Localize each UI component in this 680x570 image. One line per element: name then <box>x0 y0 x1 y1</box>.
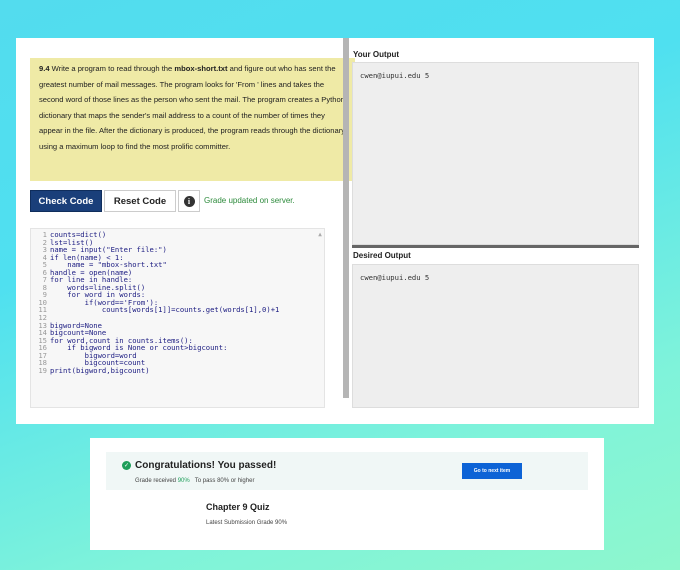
your-output-label: Your Output <box>353 50 400 59</box>
grade-value: 90% <box>177 478 190 484</box>
pane-divider[interactable] <box>343 38 349 398</box>
line-number: 6 <box>42 267 47 277</box>
info-icon: i <box>183 195 195 207</box>
next-item-button[interactable]: Go to next item <box>462 463 522 479</box>
info-button[interactable]: i <box>178 190 200 212</box>
code-line[interactable]: 11 counts[words[1]]=counts.get(words[1],… <box>31 306 324 314</box>
problem-number: 9.4 <box>39 64 50 73</box>
problem-statement: 9.4 Write a program to read through the … <box>30 58 355 181</box>
output-separator <box>352 245 639 248</box>
desired-output-label: Desired Output <box>353 251 411 260</box>
latest-submission-grade: Latest Submission Grade 90% <box>206 520 288 526</box>
exercise-panel: 9.4 Write a program to read through the … <box>16 38 654 424</box>
reset-code-button[interactable]: Reset Code <box>104 190 176 212</box>
desired-output-box: cwen@iupui.edu 5 <box>352 264 639 408</box>
line-number: 5 <box>42 260 47 270</box>
code-editor[interactable]: ▲ 1 counts=dict() 2 lst=list() 3 name = input… <box>30 228 325 408</box>
line-number: 2 <box>42 237 47 247</box>
code-text[interactable]: counts[words[1]]=counts.get(words[1],0)+… <box>50 306 279 314</box>
check-circle-icon: ✓ <box>122 461 131 470</box>
problem-filename: mbox-short.txt <box>174 64 228 73</box>
grade-prefix: Grade received <box>135 478 178 484</box>
line-number: 3 <box>42 245 47 255</box>
code-line[interactable]: 19 print(bigword,bigcount) <box>31 367 324 375</box>
line-number: 19 <box>38 365 47 375</box>
code-scrollbar[interactable]: ▲ <box>317 231 323 405</box>
problem-intro: Write a program to read through the <box>49 64 175 73</box>
line-number: 8 <box>42 282 47 292</box>
your-output-text: cwen@iupui.edu 5 <box>360 71 430 80</box>
line-number: 1 <box>42 230 47 239</box>
quiz-title: Chapter 9 Quiz <box>206 502 270 512</box>
grade-line: Grade received 90% To pass 80% or higher <box>135 478 254 484</box>
pass-threshold: To pass 80% or higher <box>194 478 255 484</box>
scroll-up-icon[interactable]: ▲ <box>317 231 323 239</box>
problem-text: and figure out who has sent the greatest… <box>39 64 346 151</box>
line-number: 7 <box>42 275 47 285</box>
your-output-box: cwen@iupui.edu 5 <box>352 62 639 245</box>
grade-status: Grade updated on server. <box>204 196 295 205</box>
code-text[interactable]: print(bigword,bigcount) <box>50 367 150 375</box>
result-card: ✓ Congratulations! You passed! Grade rec… <box>90 438 604 550</box>
congrats-title: Congratulations! You passed! <box>135 460 277 471</box>
pass-banner: ✓ Congratulations! You passed! Grade rec… <box>106 452 588 490</box>
check-code-button[interactable]: Check Code <box>30 190 102 212</box>
line-number: 4 <box>42 252 47 262</box>
desired-output-text: cwen@iupui.edu 5 <box>360 273 430 282</box>
